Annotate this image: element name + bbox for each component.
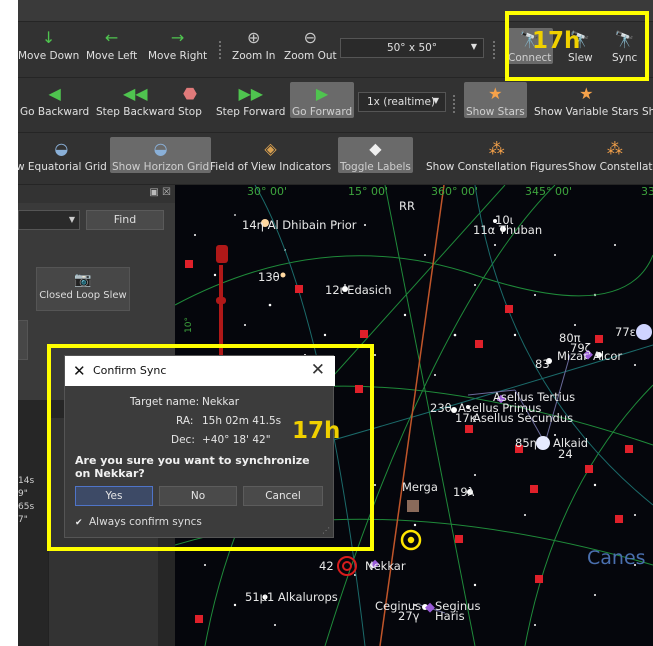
constellation-lines-icon: ⁂ [606,139,623,158]
grid-label: 360° 00' [431,185,479,198]
grid-label: 30° 00' [247,185,288,198]
grid-label: 15° 00' [348,185,389,198]
horizon-grid-icon: ◒ [153,139,168,158]
star-label: Haris [435,609,465,623]
nekkar-target [337,556,357,576]
side-values: 14s 9" 65s 7" [18,476,35,525]
arrow-left-icon: ← [104,28,119,47]
step-forward-button[interactable]: ▶▶ Step Forward [216,82,285,118]
zoom-out-button[interactable]: ⊖ Zoom Out [284,26,337,62]
toolbar-separator [492,40,496,60]
toolbar-separator [452,94,456,114]
star-icon: ★ [488,84,503,103]
panel-small-button[interactable] [18,320,28,360]
highlight-label-toolbar: 17h [532,28,581,54]
zoom-out-icon: ⊖ [303,28,318,47]
time-rate-select[interactable]: 1x (realtime) ▼ [358,92,446,112]
star-label: 14η Al Dhibain Prior [242,218,357,232]
grid-label: 330 [641,185,653,198]
star-label: 13θ [258,270,280,284]
go-forward-button[interactable]: ▶ Go Forward [290,82,355,118]
tag-icon: ◆ [369,139,382,158]
zoom-in-icon: ⊕ [246,28,261,47]
stop-icon: ⬣ [182,84,197,103]
zoom-in-button[interactable]: ⊕ Zoom In [232,26,275,62]
mount-marker [407,500,419,512]
fov-indicator-icon: ◈ [264,139,277,158]
highlight-label-dialog: 17h [292,418,341,444]
star-label: Nekkar [365,559,406,573]
equatorial-grid-icon: ◒ [54,139,69,158]
star-label: Mizar [557,349,588,363]
star-label: 27γ [398,609,420,623]
star-label: 11α Thuban [473,223,543,237]
fov-indicators-toggle[interactable]: ◈ Field of View Indicators [210,137,331,173]
star-label: 83 [535,357,550,371]
move-right-button[interactable]: → Move Right [148,26,207,62]
step-forward-icon: ▶▶ [238,84,264,103]
star-label: Asellus Secundus [473,411,574,425]
constellation-lines-toggle[interactable]: ⁂ Show Constellatio [568,137,653,173]
star-label: 12ι Edasich [325,283,392,297]
variable-star-icon: ★ [579,84,594,103]
meridian-line [379,185,445,646]
stop-button[interactable]: ⬣ Stop [178,82,202,118]
next-toolbar-button[interactable]: Sh [642,82,653,118]
star-label: 85η [515,436,537,450]
find-button[interactable]: Find [86,210,164,230]
arrow-down-icon: ↓ [41,28,56,47]
show-variable-stars-toggle[interactable]: ★ Show Variable Stars [534,82,639,118]
toolbar-separator [218,40,222,60]
panel-header: ▣ ☒ [18,185,175,203]
constellation-name: Canes [587,547,646,569]
chevron-down-icon[interactable]: ▼ [62,210,82,230]
camera-target-icon: 📷 [74,272,92,288]
highlight-box-dialog [47,344,374,551]
star-label: RR [399,199,415,213]
star-label: 51μ1 Alkalurops [245,590,338,604]
star-label: 42 [319,559,334,573]
chevron-down-icon: ▼ [470,42,477,51]
show-stars-toggle[interactable]: ★ Show Stars [464,82,527,118]
star-label: 24 [558,447,573,461]
arrow-right-icon: → [170,28,185,47]
panel-float-close-icon[interactable]: ▣ ☒ [149,187,171,198]
play-forward-icon: ▶ [315,84,329,103]
constellation-figures-toggle[interactable]: ⁂ Show Constellation Figures [426,137,567,173]
seginus-marker [425,602,435,613]
view-toolbar: ◒ w Equatorial Grid ◒ Show Horizon Grid … [18,133,653,185]
step-backward-button[interactable]: ◀◀ Step Backward [96,82,175,118]
toggle-labels-button[interactable]: ◆ Toggle Labels [338,137,413,173]
step-backward-icon: ◀◀ [122,84,148,103]
star-label: 23θ [430,401,452,415]
closed-loop-slew-button[interactable]: 📷 Closed Loop Slew [36,267,130,311]
telescope-crosshair [400,529,422,551]
grid-label: 345° 00' [525,185,573,198]
star-label: 77ε [615,325,636,339]
star-label: Alcor [593,349,623,363]
move-left-button[interactable]: ← Move Left [86,26,137,62]
star-label: Merga [402,480,438,494]
fov-select[interactable]: 50° x 50° ▼ [340,38,484,58]
svg-text:10°: 10° [184,317,194,333]
horizon-grid-toggle[interactable]: ◒ Show Horizon Grid [110,137,212,173]
go-backward-button[interactable]: ◀ Go Backward [20,82,89,118]
move-down-button[interactable]: ↓ Move Down [18,26,79,62]
chevron-down-icon: ▼ [432,96,439,105]
play-backward-icon: ◀ [48,84,61,103]
constellation-figure-icon: ⁂ [488,139,505,158]
star-label: 19λ [453,485,475,499]
time-toolbar: ◀ Go Backward ◀◀ Step Backward ⬣ Stop ▶▶… [18,78,653,133]
equatorial-grid-toggle[interactable]: ◒ w Equatorial Grid [18,137,107,173]
